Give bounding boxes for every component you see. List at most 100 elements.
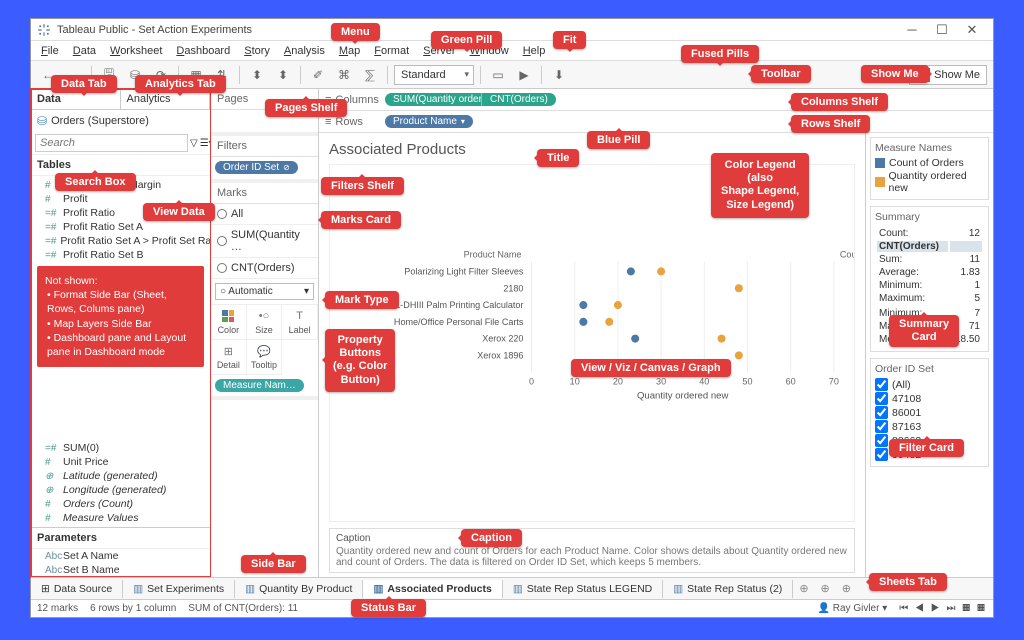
menu-data[interactable]: Data <box>67 43 102 59</box>
pages-shelf[interactable] <box>211 110 318 136</box>
menu-worksheet[interactable]: Worksheet <box>104 43 168 59</box>
menu-map[interactable]: Map <box>333 43 366 59</box>
filters-shelf[interactable]: Order ID Set⊘ <box>211 157 318 183</box>
presentation-button[interactable]: ▶ <box>513 65 535 85</box>
column-pill-2[interactable]: CNT(Orders) <box>481 93 556 106</box>
parameter-item[interactable]: AbcSet B Name <box>31 563 210 577</box>
property-buttons: Color•○SizeTLabel ⊞Detail💬Tooltip <box>211 304 318 375</box>
size-button[interactable]: •○Size <box>247 305 283 340</box>
sort-asc-button[interactable]: ⬍ <box>246 65 268 85</box>
datasource-tab-icon: ⊞ <box>41 583 50 595</box>
sheets-tab-bar: ⊞Data Source▥Set Experiments▥Quantity By… <box>31 577 993 599</box>
parameter-item[interactable]: AbcSet A Name <box>31 549 210 563</box>
maximize-button[interactable]: ☐ <box>927 22 957 38</box>
totals-button[interactable]: ⅀ <box>359 65 381 85</box>
filter-checkbox[interactable]: (All) <box>875 378 984 391</box>
filter-checkbox[interactable]: 86001 <box>875 406 984 419</box>
field-item[interactable]: =#Profit Ratio Set B <box>31 248 210 262</box>
color-legend-card[interactable]: Measure Names Count of OrdersQuantity or… <box>870 137 989 200</box>
card-toggle-button[interactable]: ▭ <box>487 65 509 85</box>
mark-type-dropdown[interactable]: ○ Automatic▾ <box>215 283 314 300</box>
field-item[interactable]: =#SUM(0) <box>31 441 210 455</box>
swap-button[interactable]: ⇅ <box>211 65 233 85</box>
sheet-tab[interactable]: ▥State Rep Status (2) <box>663 580 793 598</box>
field-item[interactable]: #Measure Values <box>31 511 210 525</box>
viz-title[interactable]: Associated Products <box>329 139 855 164</box>
group-button[interactable]: ⌘ <box>333 65 355 85</box>
menu-dashboard[interactable]: Dashboard <box>170 43 236 59</box>
view-canvas[interactable]: Associated Products Product Name01020304… <box>319 133 865 577</box>
search-input[interactable] <box>35 134 188 152</box>
sheet-tab[interactable]: ▥State Rep Status LEGEND <box>503 580 663 598</box>
filter-checkbox[interactable]: 90482 <box>875 448 984 461</box>
legend-item[interactable]: Count of Orders <box>875 157 984 169</box>
minimize-button[interactable]: ─ <box>897 22 927 37</box>
field-item[interactable]: =#Profit Ratio Set A > Profit Set Ratio … <box>31 234 210 248</box>
redo-button[interactable]: → <box>63 65 85 85</box>
new-worksheet-icon[interactable]: ⊕ <box>793 582 814 595</box>
rows-shelf[interactable]: ≡Rows Product Name▾ <box>319 111 993 133</box>
tab-data[interactable]: Data <box>31 89 121 109</box>
filter-checkbox[interactable]: 88662 <box>875 434 984 447</box>
menu-analysis[interactable]: Analysis <box>278 43 331 59</box>
fit-dropdown[interactable]: Standard <box>394 65 474 85</box>
sort-desc-button[interactable]: ⬍ <box>272 65 294 85</box>
marks-color-pill[interactable]: Measure Nam… <box>215 379 304 392</box>
new-datasource-button[interactable]: ⛁ <box>124 65 146 85</box>
download-button[interactable]: ⬇ <box>548 65 570 85</box>
menu-help[interactable]: Help <box>517 43 552 59</box>
sheet-tab[interactable]: ⊞Data Source <box>31 580 123 598</box>
filter-pill[interactable]: Order ID Set⊘ <box>215 161 298 174</box>
svg-text:Home/Office Personal File Cart: Home/Office Personal File Carts <box>394 317 524 327</box>
highlight-button[interactable]: ✐ <box>307 65 329 85</box>
sheet-tab[interactable]: ▥Quantity By Product <box>235 580 363 598</box>
show-me-button[interactable]: Show Me <box>909 65 987 85</box>
field-item[interactable]: #Unit Price <box>31 455 210 469</box>
tooltip-button[interactable]: 💬Tooltip <box>247 340 283 375</box>
menu-story[interactable]: Story <box>238 43 276 59</box>
marks-row[interactable]: CNT(Orders) <box>211 258 318 279</box>
menu-server[interactable]: Server <box>417 43 461 59</box>
field-item[interactable]: =#Profit Ratio <box>31 206 210 220</box>
marks-row[interactable]: All <box>211 204 318 225</box>
new-story-icon[interactable]: ⊕ <box>836 582 857 595</box>
row-pill[interactable]: Product Name▾ <box>385 115 473 128</box>
color-button[interactable]: Color <box>211 305 247 340</box>
column-pill-1[interactable]: SUM(Quantity ordere… <box>385 93 481 106</box>
field-item[interactable]: #Orders (Count) <box>31 497 210 511</box>
status-user[interactable]: 👤 Ray Givler ▾ <box>818 603 888 614</box>
chart-area[interactable]: Product Name010203040506070Quantity orde… <box>329 164 855 522</box>
status-nav[interactable]: ⏮ ◀ ▶ ⏭ ▦ ▦ <box>899 603 987 614</box>
field-item[interactable]: =#Profit Ratio Set A <box>31 220 210 234</box>
field-item[interactable]: #Profit <box>31 192 210 206</box>
fused-pills[interactable]: SUM(Quantity ordere… CNT(Orders) <box>385 93 556 106</box>
sheet-tab[interactable]: ▥Set Experiments <box>123 580 235 598</box>
worksheet-tab-icon: ▥ <box>513 583 523 595</box>
marks-row[interactable]: SUM(Quantity … <box>211 225 318 258</box>
label-button[interactable]: TLabel <box>282 305 318 340</box>
menu-format[interactable]: Format <box>368 43 415 59</box>
filter-fields-icon[interactable]: ▽ <box>190 138 198 149</box>
caption-box[interactable]: Caption Quantity ordered new and count o… <box>329 528 855 573</box>
datasource-row[interactable]: ⛁ Orders (Superstore) <box>31 110 210 132</box>
sheet-tab[interactable]: ▥Associated Products <box>363 580 502 598</box>
worksheet-tab-icon: ▥ <box>245 583 255 595</box>
field-item[interactable]: ⊕Longitude (generated) <box>31 483 210 497</box>
filter-checkbox[interactable]: 87163 <box>875 420 984 433</box>
filter-checkbox[interactable]: 47108 <box>875 392 984 405</box>
field-item[interactable]: ⊕Latitude (generated) <box>31 469 210 483</box>
detail-button[interactable]: ⊞Detail <box>211 340 247 375</box>
filter-card[interactable]: Order ID Set (All)4710886001871638866290… <box>870 358 989 467</box>
tab-analytics[interactable]: Analytics <box>121 89 211 109</box>
menu-file[interactable]: File <box>35 43 65 59</box>
legend-item[interactable]: Quantity ordered new <box>875 170 984 194</box>
close-button[interactable]: ✕ <box>957 22 987 38</box>
new-sheet-button[interactable]: ▦ <box>185 65 207 85</box>
new-dashboard-icon[interactable]: ⊕ <box>815 582 836 595</box>
field-item[interactable]: #Product Base Margin <box>31 178 210 192</box>
columns-shelf[interactable]: ≡Columns SUM(Quantity ordere… CNT(Orders… <box>319 89 993 111</box>
save-button[interactable]: 🖫 <box>98 65 120 85</box>
undo-button[interactable]: ← <box>37 65 59 85</box>
refresh-button[interactable]: ⟳ <box>150 65 172 85</box>
menu-window[interactable]: Window <box>464 43 515 59</box>
